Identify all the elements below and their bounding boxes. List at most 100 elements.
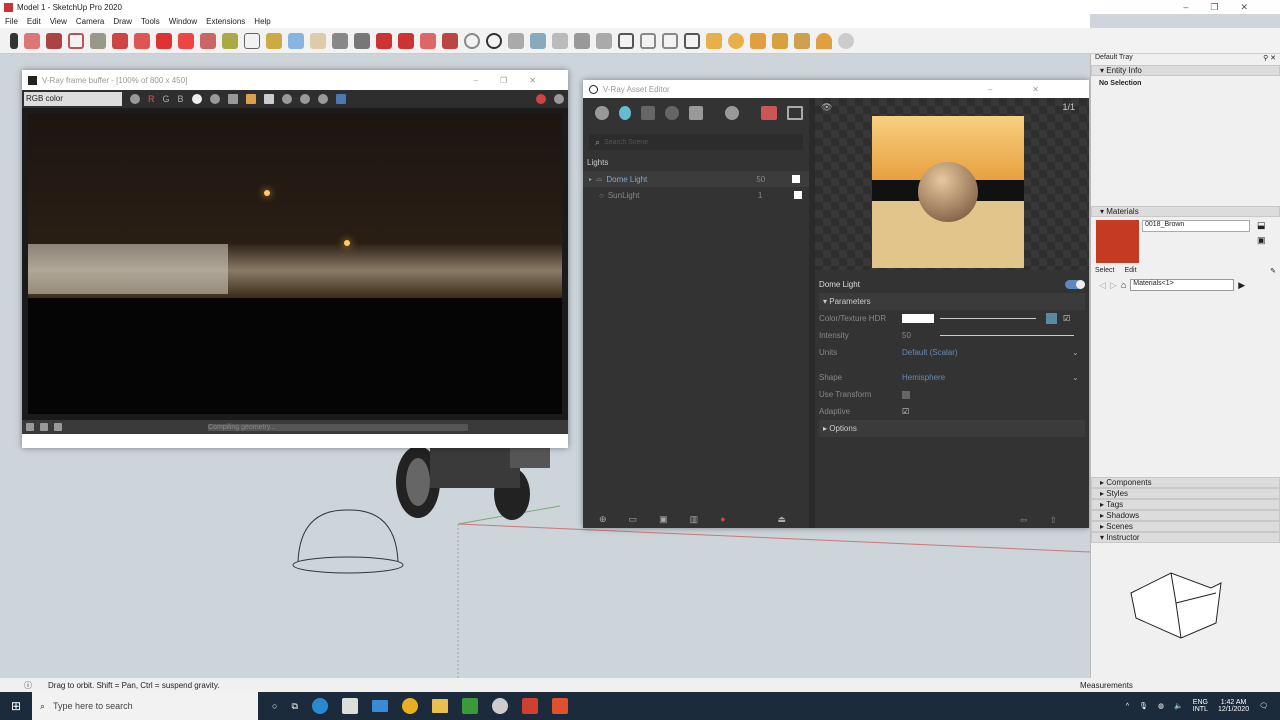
tab-select[interactable]: Select <box>1095 267 1114 275</box>
undo-redo-icons[interactable]: ⇦⇧ <box>1020 515 1079 526</box>
lens-effects-icon[interactable] <box>40 423 48 431</box>
shape-dropdown[interactable]: Hemisphere <box>902 373 1072 382</box>
light-item-dome[interactable]: ▸ ⌓ Dome Light 50 <box>583 171 809 187</box>
text-tool-icon[interactable] <box>244 32 260 49</box>
push-pull-icon[interactable] <box>112 32 128 49</box>
materials-icon[interactable] <box>595 106 609 120</box>
rotate-tool-icon[interactable] <box>178 32 194 49</box>
section-icon[interactable] <box>618 32 634 49</box>
render-elements-icon[interactable] <box>665 106 679 120</box>
select-tool-icon[interactable] <box>10 32 18 49</box>
pan-tool-icon[interactable] <box>310 32 326 49</box>
zoom-extents-icon[interactable] <box>354 32 370 49</box>
channel-b-button[interactable]: B <box>178 94 184 104</box>
stats-icon[interactable] <box>54 423 62 431</box>
settings-icon[interactable] <box>491 698 508 714</box>
folder-icon[interactable] <box>245 94 256 104</box>
styles-header[interactable]: ▸ Styles <box>1091 488 1280 499</box>
texture-slot-icon[interactable] <box>1046 313 1057 324</box>
preview-scale[interactable]: 1/1 <box>1062 102 1075 112</box>
color-correction-icon[interactable] <box>130 94 140 104</box>
camtasia-icon[interactable] <box>461 698 478 714</box>
warehouse-icon[interactable] <box>376 32 392 49</box>
light-icon[interactable] <box>706 32 722 49</box>
vray-cloud-icon[interactable] <box>552 32 568 49</box>
vray-render-icon[interactable] <box>508 32 524 49</box>
options-section-header[interactable]: ▸ Options <box>819 420 1085 437</box>
stop-render-icon[interactable] <box>536 94 546 104</box>
app-icon[interactable] <box>551 698 568 714</box>
textures-icon[interactable] <box>689 106 703 120</box>
use-transform-checkbox[interactable] <box>902 390 910 399</box>
taskbar-search[interactable]: ⌕ Type here to search <box>32 692 258 720</box>
ies-light-icon[interactable] <box>794 32 810 49</box>
task-view-icon[interactable]: ⧉ <box>291 701 297 712</box>
save-icon[interactable] <box>227 94 238 104</box>
tape-measure-icon[interactable] <box>222 32 238 49</box>
material-library-dropdown[interactable]: Materials<1> <box>1130 279 1235 291</box>
entity-info-header[interactable]: ▾ Entity Info <box>1091 65 1280 76</box>
frame-buffer-icon[interactable] <box>787 106 803 120</box>
sphere-icon[interactable] <box>281 94 292 104</box>
delete-icon[interactable]: ▥ <box>690 514 699 525</box>
vray-interactive-icon[interactable] <box>530 32 546 49</box>
chevron-down-icon[interactable]: ⌄ <box>1072 373 1079 382</box>
instructor-header[interactable]: ▾ Instructor <box>1091 532 1280 543</box>
mail-icon[interactable] <box>371 700 388 712</box>
menu-file[interactable]: File <box>5 17 18 26</box>
monitor-icon[interactable] <box>335 94 346 104</box>
light-color-swatch[interactable] <box>792 175 801 183</box>
arc-tool-icon[interactable] <box>68 32 84 49</box>
network-icon[interactable]: ◍ <box>1158 702 1164 710</box>
purge-icon[interactable]: ⏏ <box>778 514 787 525</box>
scale-tool-icon[interactable] <box>200 32 216 49</box>
menu-help[interactable]: Help <box>254 17 270 26</box>
channel-r-button[interactable]: R <box>148 94 155 104</box>
sketchup-icon[interactable] <box>521 698 538 714</box>
orbit-tool-icon[interactable] <box>288 32 304 49</box>
light-item-sun[interactable]: ○ SunLight 1 <box>583 187 809 203</box>
back-icon[interactable]: ◁ <box>1099 280 1106 291</box>
save-icon[interactable]: ▣ <box>659 514 668 525</box>
expand-arrow-icon[interactable]: ▸ <box>589 176 592 183</box>
vray-logo-icon[interactable] <box>486 32 502 49</box>
tray-chevron-icon[interactable]: ^ <box>1126 703 1129 710</box>
extension-icon[interactable] <box>398 32 414 49</box>
channel-g-button[interactable]: G <box>163 94 170 104</box>
white-circle-icon[interactable] <box>191 94 202 104</box>
lights-icon[interactable] <box>619 106 631 120</box>
mesh-light-icon[interactable] <box>838 32 854 49</box>
cortana-icon[interactable]: ○ <box>272 701 277 711</box>
volume-icon[interactable]: 🔈 <box>1174 702 1183 710</box>
menu-draw[interactable]: Draw <box>113 17 132 26</box>
ruby-icon[interactable] <box>442 32 458 49</box>
menu-edit[interactable]: Edit <box>27 17 41 26</box>
material-swatch[interactable] <box>1096 220 1139 263</box>
home-icon[interactable]: ⌂ <box>1121 280 1126 290</box>
eraser-tool-icon[interactable] <box>24 32 40 49</box>
chevron-down-icon[interactable]: ⌄ <box>1072 348 1079 357</box>
vfb-window-controls[interactable]: –❐✕ <box>474 76 568 85</box>
channel-select[interactable]: RGB color <box>24 92 122 106</box>
eyedropper-icon[interactable]: ✎ <box>1270 267 1276 275</box>
material-name-input[interactable]: 0018_Brown <box>1142 220 1250 232</box>
render-icon[interactable]: ● <box>720 514 725 524</box>
forward-icon[interactable]: ▷ <box>1110 280 1117 291</box>
menu-camera[interactable]: Camera <box>76 17 104 26</box>
account-icon[interactable] <box>464 32 480 49</box>
view2-icon[interactable] <box>662 32 678 49</box>
menu-tools[interactable]: Tools <box>141 17 160 26</box>
open-folder-icon[interactable]: ▭ <box>629 514 638 525</box>
settings-gear-icon[interactable] <box>725 106 739 120</box>
adaptive-checkbox[interactable]: ☑ <box>902 407 909 416</box>
materials-header[interactable]: ▾ Materials <box>1091 206 1280 217</box>
components-header[interactable]: ▸ Components <box>1091 477 1280 488</box>
view-icon[interactable] <box>640 32 656 49</box>
tags-header[interactable]: ▸ Tags <box>1091 499 1280 510</box>
vray-tool-icon[interactable] <box>574 32 590 49</box>
history-icon[interactable] <box>26 423 34 431</box>
paint-bucket-icon[interactable] <box>266 32 282 49</box>
rect-light-icon[interactable] <box>750 32 766 49</box>
scenes-header[interactable]: ▸ Scenes <box>1091 521 1280 532</box>
menu-extensions[interactable]: Extensions <box>206 17 245 26</box>
